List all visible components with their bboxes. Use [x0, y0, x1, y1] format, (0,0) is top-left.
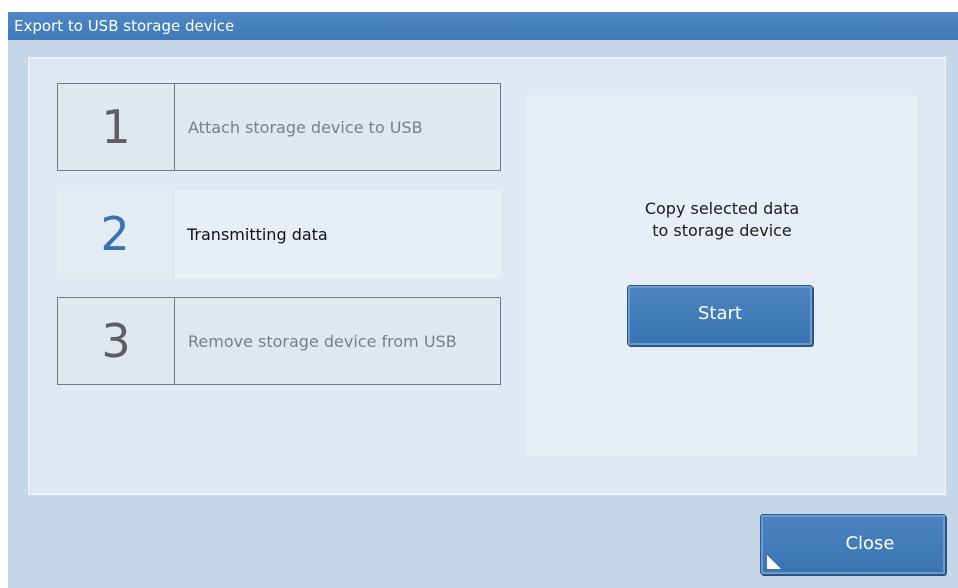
step-label: Transmitting data: [187, 224, 328, 244]
step-label: Remove storage device from USB: [188, 331, 457, 351]
action-panel: Copy selected data to storage device Sta…: [527, 95, 917, 456]
content-panel: 1 Attach storage device to USB 2 Transmi…: [28, 57, 946, 495]
step-1: 1 Attach storage device to USB: [57, 83, 501, 171]
start-button[interactable]: Start: [627, 285, 813, 346]
close-button[interactable]: Close: [760, 514, 946, 575]
export-dialog: Export to USB storage device 1 Attach st…: [8, 12, 958, 588]
dialog-title: Export to USB storage device: [8, 12, 958, 40]
step-3: 3 Remove storage device from USB: [57, 297, 501, 385]
action-description: Copy selected data to storage device: [644, 199, 800, 240]
step-2: 2 Transmitting data: [57, 190, 501, 278]
close-button-label: Close: [845, 533, 895, 554]
step-number: 2: [57, 190, 174, 278]
step-number: 1: [58, 84, 175, 170]
step-label: Attach storage device to USB: [188, 117, 423, 137]
step-number: 3: [58, 298, 175, 384]
corner-triangle-icon: [767, 555, 781, 569]
